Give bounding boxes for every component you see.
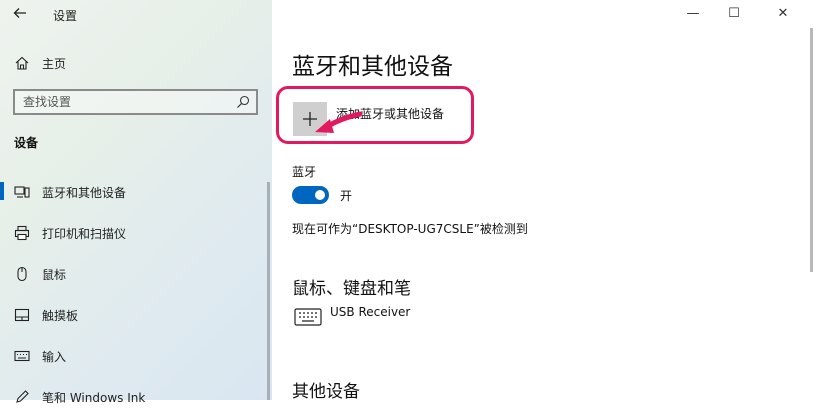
sidebar-scrollbar[interactable] — [267, 182, 270, 400]
minimize-button[interactable]: — — [683, 4, 703, 24]
sidebar-item-typing[interactable]: 输入 — [0, 345, 272, 367]
window-controls: — ☐ ✕ — [676, 0, 816, 28]
sidebar-item-label: 蓝牙和其他设备 — [42, 186, 127, 200]
close-button[interactable]: ✕ — [773, 4, 793, 24]
discoverable-text: 现在可作为“DESKTOP-UG7CSLE”被检测到 — [292, 222, 528, 236]
search-input[interactable] — [23, 93, 223, 111]
other-devices-heading: 其他设备 — [292, 382, 360, 402]
sidebar-item-mouse[interactable]: 鼠标 — [0, 263, 272, 285]
mouse-icon — [14, 266, 30, 282]
sidebar-item-label: 鼠标 — [42, 268, 67, 282]
section-title: 设备 — [14, 136, 39, 150]
sidebar-item-pen[interactable]: 笔和 Windows Ink — [0, 386, 272, 408]
nav-home[interactable]: 主页 — [0, 52, 272, 74]
app-title: 设置 — [53, 9, 78, 23]
sidebar-item-touchpad[interactable]: 触摸板 — [0, 304, 272, 326]
page-title: 蓝牙和其他设备 — [292, 54, 453, 80]
sidebar-item-label: 笔和 Windows Ink — [42, 391, 146, 405]
sidebar-item-bluetooth[interactable]: 蓝牙和其他设备 — [0, 181, 272, 203]
maximize-button[interactable]: ☐ — [724, 4, 744, 24]
search-box[interactable] — [13, 89, 258, 115]
home-icon — [14, 55, 30, 71]
touchpad-icon — [14, 307, 30, 323]
annotation-arrow-icon — [315, 111, 362, 133]
pen-icon — [14, 389, 30, 405]
title-bar: 设置 — [0, 0, 272, 30]
bluetooth-devices-icon — [14, 184, 30, 200]
sidebar-item-label: 输入 — [42, 350, 67, 364]
toggle-knob — [315, 190, 325, 200]
sidebar-item-label: 打印机和扫描仪 — [42, 227, 127, 241]
sidebar-item-printers[interactable]: 打印机和扫描仪 — [0, 222, 272, 244]
bluetooth-toggle[interactable] — [292, 186, 329, 204]
nav-home-label: 主页 — [42, 57, 67, 71]
main-scrollbar[interactable] — [810, 28, 813, 272]
bluetooth-toggle-state: 开 — [340, 189, 353, 203]
device-usb-receiver[interactable]: USB Receiver — [330, 305, 410, 319]
printer-icon — [14, 225, 30, 241]
main-content: — ☐ ✕ 蓝牙和其他设备 添加蓝牙或其他设备 蓝牙 开 现在可作为“DESKT… — [272, 0, 816, 402]
back-arrow-icon[interactable] — [12, 5, 32, 25]
keyboard-icon — [14, 348, 30, 364]
sidebar-item-label: 触摸板 — [42, 309, 79, 323]
bluetooth-heading: 蓝牙 — [292, 165, 317, 179]
search-icon[interactable] — [236, 94, 250, 108]
keyboard-icon — [294, 308, 322, 326]
sidebar: 设置 主页 设备 蓝牙和其他设备 打印机和扫描仪 鼠标 — [0, 0, 272, 405]
mouse-keyboard-pen-heading: 鼠标、键盘和笔 — [292, 279, 411, 299]
